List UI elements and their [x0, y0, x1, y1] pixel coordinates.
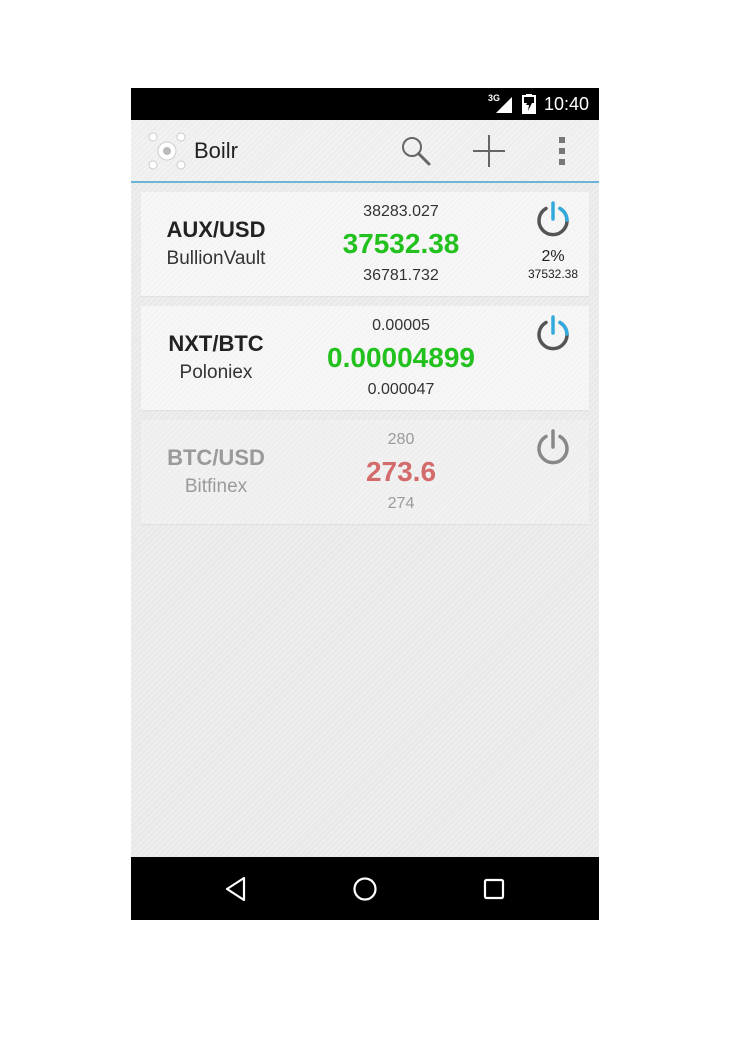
power-toggle-icon[interactable]: [533, 428, 573, 468]
alarm-exchange: BullionVault: [166, 248, 266, 269]
upper-limit: 38283.027: [363, 203, 439, 220]
last-value: 37532.38: [342, 228, 460, 259]
status-bar: 3G 10:40: [131, 88, 599, 120]
overflow-menu-icon[interactable]: [545, 134, 579, 168]
alarm-pair: AUX/USD: [166, 217, 266, 242]
home-icon[interactable]: [348, 872, 382, 906]
alarm-card[interactable]: NXT/BTC Poloniex 0.00005 0.00004899 0.00…: [141, 306, 589, 410]
alarm-exchange: Bitfinex: [184, 476, 248, 497]
pair-block: NXT/BTC Poloniex: [141, 330, 291, 388]
alarm-values: 38283.027 37532.38 36781.732: [301, 200, 501, 288]
alarm-card[interactable]: BTC/USD Bitfinex 280 273.6 274: [141, 420, 589, 524]
last-value: 0.00004899: [327, 342, 475, 373]
lower-limit: 274: [387, 495, 415, 512]
power-toggle-icon[interactable]: [533, 314, 573, 354]
variation-base: 37532.38: [527, 267, 579, 281]
recents-icon[interactable]: [477, 872, 511, 906]
pair-block: AUX/USD BullionVault: [141, 216, 291, 274]
battery-icon: [521, 94, 536, 114]
search-icon[interactable]: [399, 134, 433, 168]
pair-block: BTC/USD Bitfinex: [141, 444, 291, 502]
signal-icon: 3G: [488, 93, 514, 115]
status-icons: 3G 10:40: [488, 88, 589, 120]
status-time: 10:40: [543, 93, 589, 114]
lower-limit: 36781.732: [363, 267, 439, 284]
app-title: Boilr: [194, 138, 239, 163]
alarm-card[interactable]: AUX/USD BullionVault 38283.027 37532.38 …: [141, 192, 589, 296]
add-icon[interactable]: [472, 134, 506, 168]
last-value: 273.6: [365, 456, 437, 487]
variation-percent: 2%: [541, 248, 565, 265]
alarm-pair: NXT/BTC: [168, 331, 264, 356]
variation-info: 2% 37532.38: [511, 248, 595, 282]
nav-bar: [131, 857, 599, 920]
back-icon[interactable]: [219, 872, 253, 906]
power-toggle-icon[interactable]: [533, 200, 573, 240]
upper-limit: 0.00005: [372, 317, 430, 334]
alarm-exchange: Poloniex: [179, 362, 253, 383]
alarm-values: 0.00005 0.00004899 0.000047: [301, 314, 501, 402]
alarm-values: 280 273.6 274: [301, 428, 501, 516]
upper-limit: 280: [387, 431, 415, 448]
alarm-pair: BTC/USD: [167, 445, 265, 470]
lower-limit: 0.000047: [367, 381, 435, 398]
app-logo-icon: [147, 131, 187, 171]
action-bar: Boilr: [131, 120, 599, 183]
phone-screen: 3G 10:40 Boilr AUX/USD BullionVault 3828…: [131, 88, 599, 920]
alarm-list: AUX/USD BullionVault 38283.027 37532.38 …: [141, 192, 589, 534]
